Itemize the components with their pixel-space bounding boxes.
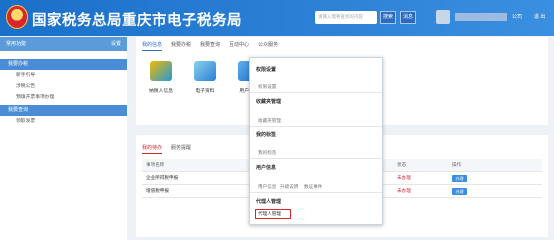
sidebar-group-tax[interactable]: 我要办税 xyxy=(0,59,127,70)
status-badge: 未办理 xyxy=(397,175,411,180)
tab-tax[interactable]: 我要办税 xyxy=(171,41,191,51)
taxpayer-info-icon xyxy=(150,61,172,81)
dropdown-section-title: 权限设置 xyxy=(256,67,277,73)
sidebar-item[interactable]: 预填开票事项办理 xyxy=(0,92,127,103)
search-button[interactable]: 搜索 xyxy=(380,11,396,24)
main-tabs: 我的信息 我要办税 我要查询 互动中心 公众服务 xyxy=(142,41,278,51)
search-input[interactable]: 请输入需要查找的内容 xyxy=(315,11,377,24)
sidebar-header: 常用功能 设置 xyxy=(0,37,127,51)
sidebar-item[interactable]: 新手引导 xyxy=(0,70,127,81)
dropdown-section-title: 收藏夹管理 xyxy=(256,99,282,105)
todo-tabs: 我的待办 服务提醒 xyxy=(142,144,191,154)
dropdown-item[interactable]: 权限设置 xyxy=(258,84,276,90)
sidebar-settings-link[interactable]: 设置 xyxy=(111,37,121,51)
tax-emblem-icon xyxy=(6,5,28,29)
highlight-box xyxy=(255,209,291,219)
top-banner: 国家税务总局重庆市电子税务局 请输入需要查找的内容 搜索 消息 公司 退 出 xyxy=(0,0,554,36)
dropdown-item[interactable]: 升级说明 xyxy=(280,184,298,190)
dropdown-section-title: 代理人管理 xyxy=(256,199,282,205)
tab-public[interactable]: 公众服务 xyxy=(258,41,278,51)
tab-interact[interactable]: 互动中心 xyxy=(229,41,249,51)
site-title: 国家税务总局重庆市电子税务局 xyxy=(32,13,242,29)
avatar[interactable] xyxy=(436,10,450,24)
divider xyxy=(250,192,382,193)
sidebar: 常用功能 设置 我要办税 新手引导 涉税公告 预填开票事项办理 我要查询 领取发… xyxy=(0,37,127,240)
tab-service-reminder[interactable]: 服务提醒 xyxy=(171,144,191,154)
message-button[interactable]: 消息 xyxy=(400,11,416,24)
dropdown-item[interactable]: 用户信息 xyxy=(258,184,276,190)
app-taxpayer-info[interactable]: 纳税人信息 xyxy=(146,61,176,94)
dropdown-item[interactable]: 我的标签 xyxy=(258,150,276,156)
dropdown-section-title: 用户信息 xyxy=(256,165,277,171)
dropdown-item[interactable]: 数证事件 xyxy=(304,184,322,190)
tab-my-info[interactable]: 我的信息 xyxy=(142,41,163,51)
handle-button[interactable]: 办理 xyxy=(452,187,467,195)
divider xyxy=(250,126,382,127)
app-electronic-docs[interactable]: 电子资料 xyxy=(190,61,220,94)
tab-my-todo[interactable]: 我的待办 xyxy=(142,144,163,154)
sidebar-header-label: 常用功能 xyxy=(6,41,27,47)
user-name-block xyxy=(455,13,507,21)
status-badge: 未办理 xyxy=(397,188,411,193)
user-management-dropdown: 权限设置 权限设置 收藏夹管理 收藏夹管理 我的标签 我的标签 用户信息 用户信… xyxy=(249,57,383,225)
sidebar-item[interactable]: 领取发票 xyxy=(0,116,127,127)
exit-button[interactable]: 退 出 xyxy=(534,13,545,20)
sidebar-item[interactable]: 涉税公告 xyxy=(0,81,127,92)
corp-label: 公司 xyxy=(512,14,523,20)
tab-query[interactable]: 我要查询 xyxy=(200,41,220,51)
dropdown-item[interactable]: 收藏夹管理 xyxy=(258,118,281,124)
dropdown-section-title: 我的标签 xyxy=(256,132,277,138)
handle-button[interactable]: 办理 xyxy=(452,174,467,182)
sidebar-group-query[interactable]: 我要查询 xyxy=(0,105,127,116)
divider xyxy=(250,92,382,93)
divider xyxy=(250,158,382,159)
app-shortcuts: 纳税人信息 电子资料 用户管理 xyxy=(146,61,264,94)
electronic-docs-icon xyxy=(194,61,216,81)
